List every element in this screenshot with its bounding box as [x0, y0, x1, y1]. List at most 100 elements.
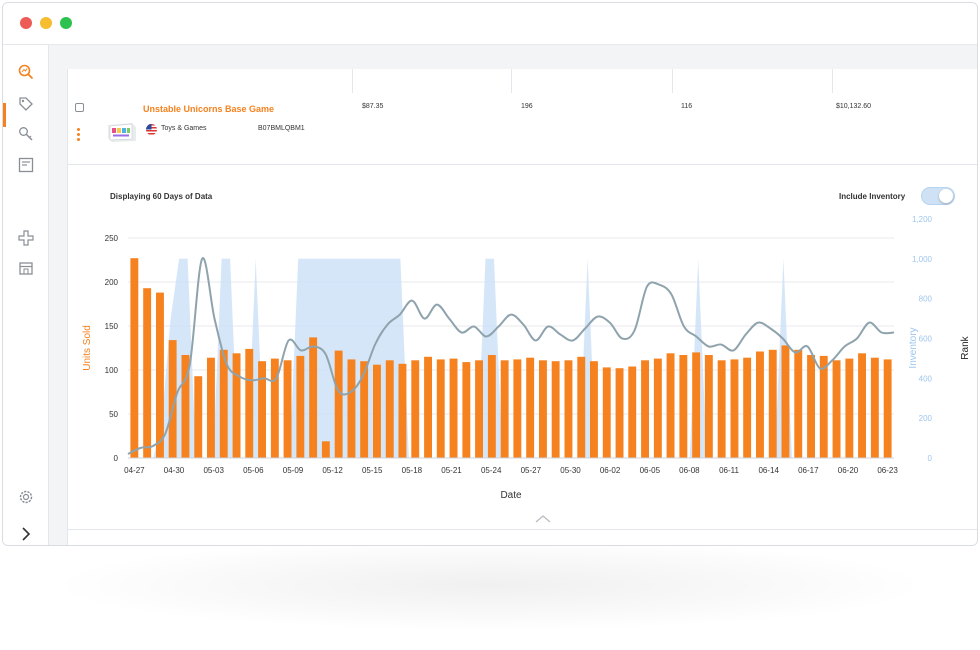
units-sold-bar: [385, 360, 394, 458]
sidebar-active-indicator: [3, 103, 6, 127]
y-tick-label: 100: [105, 366, 119, 375]
key-search-icon[interactable]: [17, 125, 35, 143]
board-icon[interactable]: [17, 156, 35, 174]
y2-tick-label: 600: [919, 335, 933, 344]
units-sold-bar: [807, 355, 815, 458]
units-sold-bar: [883, 359, 892, 458]
x-tick-label: 05-12: [322, 466, 343, 475]
y-axis-title-inventory: Inventory: [908, 327, 919, 368]
close-window-button[interactable]: [20, 17, 32, 29]
x-tick-label: 06-02: [600, 466, 621, 475]
units-sold-bar: [602, 367, 611, 458]
tag-icon[interactable]: [17, 95, 35, 113]
units-sold-bar: [424, 356, 432, 458]
x-tick-label: 05-15: [362, 466, 383, 475]
units-sold-bar: [551, 361, 560, 458]
inventory-area: [128, 258, 894, 458]
units-sold-bar: [679, 355, 688, 458]
units-sold-bar: [321, 441, 330, 458]
units-sold-bar: [730, 359, 739, 458]
y-tick-label: 250: [105, 234, 119, 243]
units-sold-bar: [577, 356, 586, 458]
y2-tick-label: 400: [919, 374, 933, 383]
x-tick-label: 05-24: [481, 466, 502, 475]
units-sold-bar: [194, 376, 203, 458]
y2-tick-label: 0: [928, 454, 933, 463]
x-tick-label: 06-17: [798, 466, 819, 475]
maximize-window-button[interactable]: [60, 17, 72, 29]
units-sold-bar: [487, 355, 496, 458]
units-sold-bar: [207, 357, 215, 458]
x-tick-label: 06-08: [679, 466, 700, 475]
x-tick-label: 06-23: [877, 466, 898, 475]
chevron-right-icon[interactable]: [17, 525, 35, 543]
units-sold-bar: [360, 361, 369, 458]
y-tick-label: 150: [105, 322, 119, 331]
units-sold-bar: [564, 360, 573, 458]
panel-divider: [68, 529, 977, 530]
product-panel: Unstable Unicorns Base Game Toys & Games…: [67, 69, 977, 545]
title-bar: [3, 3, 977, 45]
units-sold-bar: [232, 353, 241, 458]
sidebar: [3, 45, 49, 545]
settings-gear-icon[interactable]: [17, 488, 35, 506]
units-sold-bar: [143, 288, 152, 458]
search-chart-icon[interactable]: [17, 63, 35, 81]
units-sold-bar: [819, 355, 828, 458]
units-sold-bar: [615, 368, 624, 458]
units-sold-bar: [130, 258, 139, 458]
units-sold-bar: [858, 353, 866, 458]
collapse-chevron-icon[interactable]: [534, 514, 552, 524]
units-sold-bar: [832, 360, 841, 458]
units-sold-bar: [398, 363, 407, 458]
x-tick-label: 05-09: [283, 466, 304, 475]
y2-tick-label: 1,200: [912, 215, 933, 224]
units-sold-bar: [309, 337, 318, 458]
x-tick-label: 05-06: [243, 466, 264, 475]
units-sold-bar: [334, 350, 343, 458]
y2-tick-label: 200: [919, 414, 933, 423]
units-sold-bar: [628, 366, 637, 458]
y-axis-title-rank: Rank: [960, 335, 971, 359]
main-content: Unstable Unicorns Base Game Toys & Games…: [49, 45, 977, 545]
units-sold-bar: [245, 348, 254, 458]
x-tick-label: 05-18: [402, 466, 423, 475]
units-sold-bar: [845, 358, 854, 458]
window-shadow: [60, 540, 920, 630]
units-sold-bar: [513, 359, 522, 458]
units-sold-bar: [781, 345, 790, 458]
units-sold-bar: [590, 361, 598, 458]
units-sold-bar: [296, 355, 305, 458]
units-sold-bar: [743, 357, 752, 458]
units-sold-bar: [641, 360, 649, 458]
sales-chart: 0 50 100 150 200 250 0 200 400 600 800 1,000 1,200 04…: [82, 215, 971, 501]
x-tick-label: 04-30: [164, 466, 185, 475]
units-sold-bar: [411, 360, 420, 458]
units-sold-bar: [462, 362, 471, 458]
units-sold-bar: [692, 352, 701, 458]
minimize-window-button[interactable]: [40, 17, 52, 29]
y2-tick-label: 800: [919, 295, 933, 304]
y-tick-label: 200: [105, 278, 119, 287]
units-sold-bar: [156, 292, 164, 458]
x-tick-label: 05-03: [203, 466, 224, 475]
store-icon[interactable]: [17, 259, 35, 277]
units-sold-bar: [539, 360, 547, 458]
x-tick-label: 06-05: [640, 466, 661, 475]
plus-cross-icon[interactable]: [17, 229, 35, 247]
y2-tick-label: 1,000: [912, 255, 933, 264]
units-sold-bar: [436, 359, 445, 458]
units-sold-bar: [756, 351, 764, 458]
units-sold-bar: [258, 361, 266, 458]
y-tick-label: 50: [109, 410, 118, 419]
units-sold-bar: [347, 359, 356, 458]
y-tick-label: 0: [114, 454, 119, 463]
units-sold-bar: [704, 355, 713, 458]
x-tick-label: 05-30: [560, 466, 581, 475]
units-sold-bar: [653, 358, 662, 458]
x-tick-label: 05-21: [441, 466, 462, 475]
x-tick-label: 06-20: [838, 466, 859, 475]
units-sold-bar: [283, 360, 292, 458]
app-window: Unstable Unicorns Base Game Toys & Games…: [2, 2, 978, 546]
x-tick-label: 06-14: [758, 466, 779, 475]
